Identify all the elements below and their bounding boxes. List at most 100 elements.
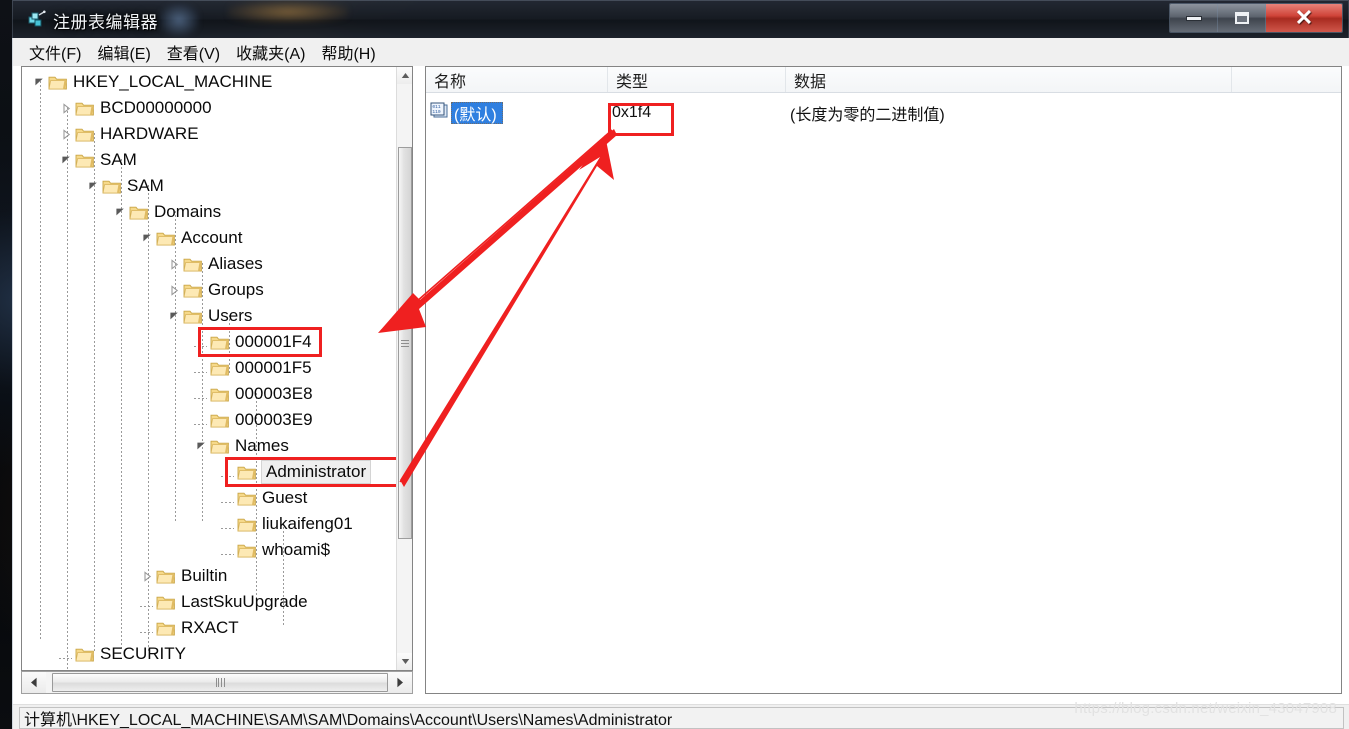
tree-node-label: 000001F4 xyxy=(235,332,312,351)
close-button[interactable]: ✕ xyxy=(1266,4,1342,32)
h-scroll-track[interactable] xyxy=(46,672,388,693)
folder-icon xyxy=(75,646,95,663)
tree-node-label: Administrator xyxy=(261,460,372,484)
tree-scroll-thumb[interactable] xyxy=(398,147,412,539)
tree-vertical-scrollbar[interactable] xyxy=(396,67,412,670)
expander-closed-icon[interactable] xyxy=(167,256,183,272)
binary-value-icon: 011 110 xyxy=(430,102,449,125)
glass-blur-artifact-a xyxy=(158,3,200,37)
menu-edit[interactable]: 编辑(E) xyxy=(89,38,158,66)
tree-node-rxact[interactable]: RXACT xyxy=(140,615,239,641)
expander-open-icon[interactable] xyxy=(59,152,75,168)
expander-open-icon[interactable] xyxy=(32,74,48,90)
table-row[interactable]: 011 110 (默认) 0x1f4 (长度为零的二进制值) xyxy=(426,99,1341,127)
menu-view[interactable]: 查看(V) xyxy=(159,38,228,66)
tree-node-groups[interactable]: Groups xyxy=(167,277,264,303)
tree-node-lastskuupgrade[interactable]: LastSkuUpgrade xyxy=(140,589,308,615)
column-header-filler xyxy=(1232,67,1341,92)
tree-node-guest[interactable]: Guest xyxy=(221,485,307,511)
scroll-down-button[interactable] xyxy=(397,653,412,670)
tree-node-users[interactable]: Users xyxy=(167,303,252,329)
expander-placeholder xyxy=(221,464,237,480)
tree-horizontal-scrollbar[interactable] xyxy=(21,671,413,694)
tree-node-builtin[interactable]: Builtin xyxy=(140,563,227,589)
tree-node-hardware[interactable]: HARDWARE xyxy=(59,121,199,147)
column-header-data[interactable]: 数据 xyxy=(786,67,1232,92)
column-header-name[interactable]: 名称 xyxy=(426,67,608,92)
maximize-button[interactable] xyxy=(1218,4,1266,32)
menu-file[interactable]: 文件(F) xyxy=(21,38,89,66)
folder-icon xyxy=(183,282,203,299)
folder-icon xyxy=(237,464,257,481)
expander-open-icon[interactable] xyxy=(140,230,156,246)
folder-icon xyxy=(183,308,203,325)
expander-closed-icon[interactable] xyxy=(167,282,183,298)
folder-icon xyxy=(210,412,230,429)
expander-open-icon[interactable] xyxy=(86,178,102,194)
expander-open-icon[interactable] xyxy=(113,204,129,220)
tree-node-label: 000003E8 xyxy=(235,384,313,403)
tree-node-hkey-local-machine[interactable]: HKEY_LOCAL_MACHINE xyxy=(32,69,272,95)
tree-node-administrator[interactable]: Administrator xyxy=(221,459,372,485)
registry-tree-pane[interactable]: HKEY_LOCAL_MACHINE BCD00000000 HARDWARE … xyxy=(21,66,413,671)
folder-icon xyxy=(75,100,95,117)
tree-node-000003e9[interactable]: 000003E9 xyxy=(194,407,313,433)
value-type-cell[interactable]: 0x1f4 xyxy=(612,99,651,127)
scroll-up-button[interactable] xyxy=(397,67,412,84)
chevron-right-icon xyxy=(397,677,403,688)
svg-text:110: 110 xyxy=(432,109,441,115)
menu-help[interactable]: 帮助(H) xyxy=(313,38,383,66)
registry-editor-icon xyxy=(27,10,47,30)
tree-node-liukaifeng01[interactable]: liukaifeng01 xyxy=(221,511,353,537)
scroll-grip-icon xyxy=(401,339,409,347)
expander-closed-icon[interactable] xyxy=(140,568,156,584)
expander-placeholder xyxy=(194,334,210,350)
scroll-left-button[interactable] xyxy=(22,672,46,693)
column-header-type[interactable]: 类型 xyxy=(608,67,786,92)
folder-icon xyxy=(237,490,257,507)
tree-node-sam[interactable]: SAM xyxy=(86,173,164,199)
scroll-right-button[interactable] xyxy=(388,672,412,693)
tree-node-000003e8[interactable]: 000003E8 xyxy=(194,381,313,407)
tree-node-domains[interactable]: Domains xyxy=(113,199,221,225)
tree-node-label: BCD00000000 xyxy=(100,98,212,117)
menu-favorites[interactable]: 收藏夹(A) xyxy=(228,38,313,66)
tree-node-bcd00000000[interactable]: BCD00000000 xyxy=(59,95,212,121)
title-bar[interactable]: 注册表编辑器 ✕ xyxy=(12,0,1349,38)
folder-icon xyxy=(156,230,176,247)
tree-node-names[interactable]: Names xyxy=(194,433,289,459)
tree-node-account[interactable]: Account xyxy=(140,225,242,251)
value-name-text: (默认) xyxy=(454,107,497,124)
tree-node-whoami-[interactable]: whoami$ xyxy=(221,537,330,563)
folder-icon xyxy=(210,438,230,455)
tree-node-label: SECURITY xyxy=(100,644,186,663)
h-scroll-thumb[interactable] xyxy=(52,673,388,692)
value-name-cell[interactable]: 011 110 (默认) xyxy=(430,99,503,127)
tree-node-000001f4[interactable]: 000001F4 xyxy=(194,329,312,355)
registry-values-pane[interactable]: 名称 类型 数据 011 110 (默认) 0x1f4 (长度为零的二进制值) xyxy=(425,66,1342,694)
status-path-text: 计算机\HKEY_LOCAL_MACHINE\SAM\SAM\Domains\A… xyxy=(24,712,673,729)
tree-node-aliases[interactable]: Aliases xyxy=(167,251,263,277)
menu-bar: 文件(F) 编辑(E) 查看(V) 收藏夹(A) 帮助(H) xyxy=(13,38,1349,66)
tree-node-sam[interactable]: SAM xyxy=(59,147,137,173)
expander-open-icon[interactable] xyxy=(167,308,183,324)
expander-closed-icon[interactable] xyxy=(59,126,75,142)
value-data-cell[interactable]: (长度为零的二进制值) xyxy=(790,99,945,127)
expander-closed-icon[interactable] xyxy=(59,100,75,116)
tree-node-security[interactable]: SECURITY xyxy=(59,641,186,667)
folder-icon xyxy=(156,594,176,611)
tree-node-000001f5[interactable]: 000001F5 xyxy=(194,355,312,381)
folder-icon xyxy=(210,334,230,351)
tree-connector-stub xyxy=(221,528,234,529)
client-area: 文件(F) 编辑(E) 查看(V) 收藏夹(A) 帮助(H) HKEY_LOCA… xyxy=(12,38,1349,729)
expander-open-icon[interactable] xyxy=(194,438,210,454)
glass-blur-artifact-b xyxy=(228,1,348,23)
tree-node-label: Builtin xyxy=(181,566,228,585)
folder-icon xyxy=(156,568,176,585)
tree-node-label: LastSkuUpgrade xyxy=(181,592,308,611)
folder-icon xyxy=(129,204,149,221)
minimize-button[interactable] xyxy=(1170,4,1218,32)
folder-icon xyxy=(237,542,257,559)
tree-connector-line xyxy=(94,133,95,653)
tree-node-label: SAM xyxy=(127,176,164,195)
